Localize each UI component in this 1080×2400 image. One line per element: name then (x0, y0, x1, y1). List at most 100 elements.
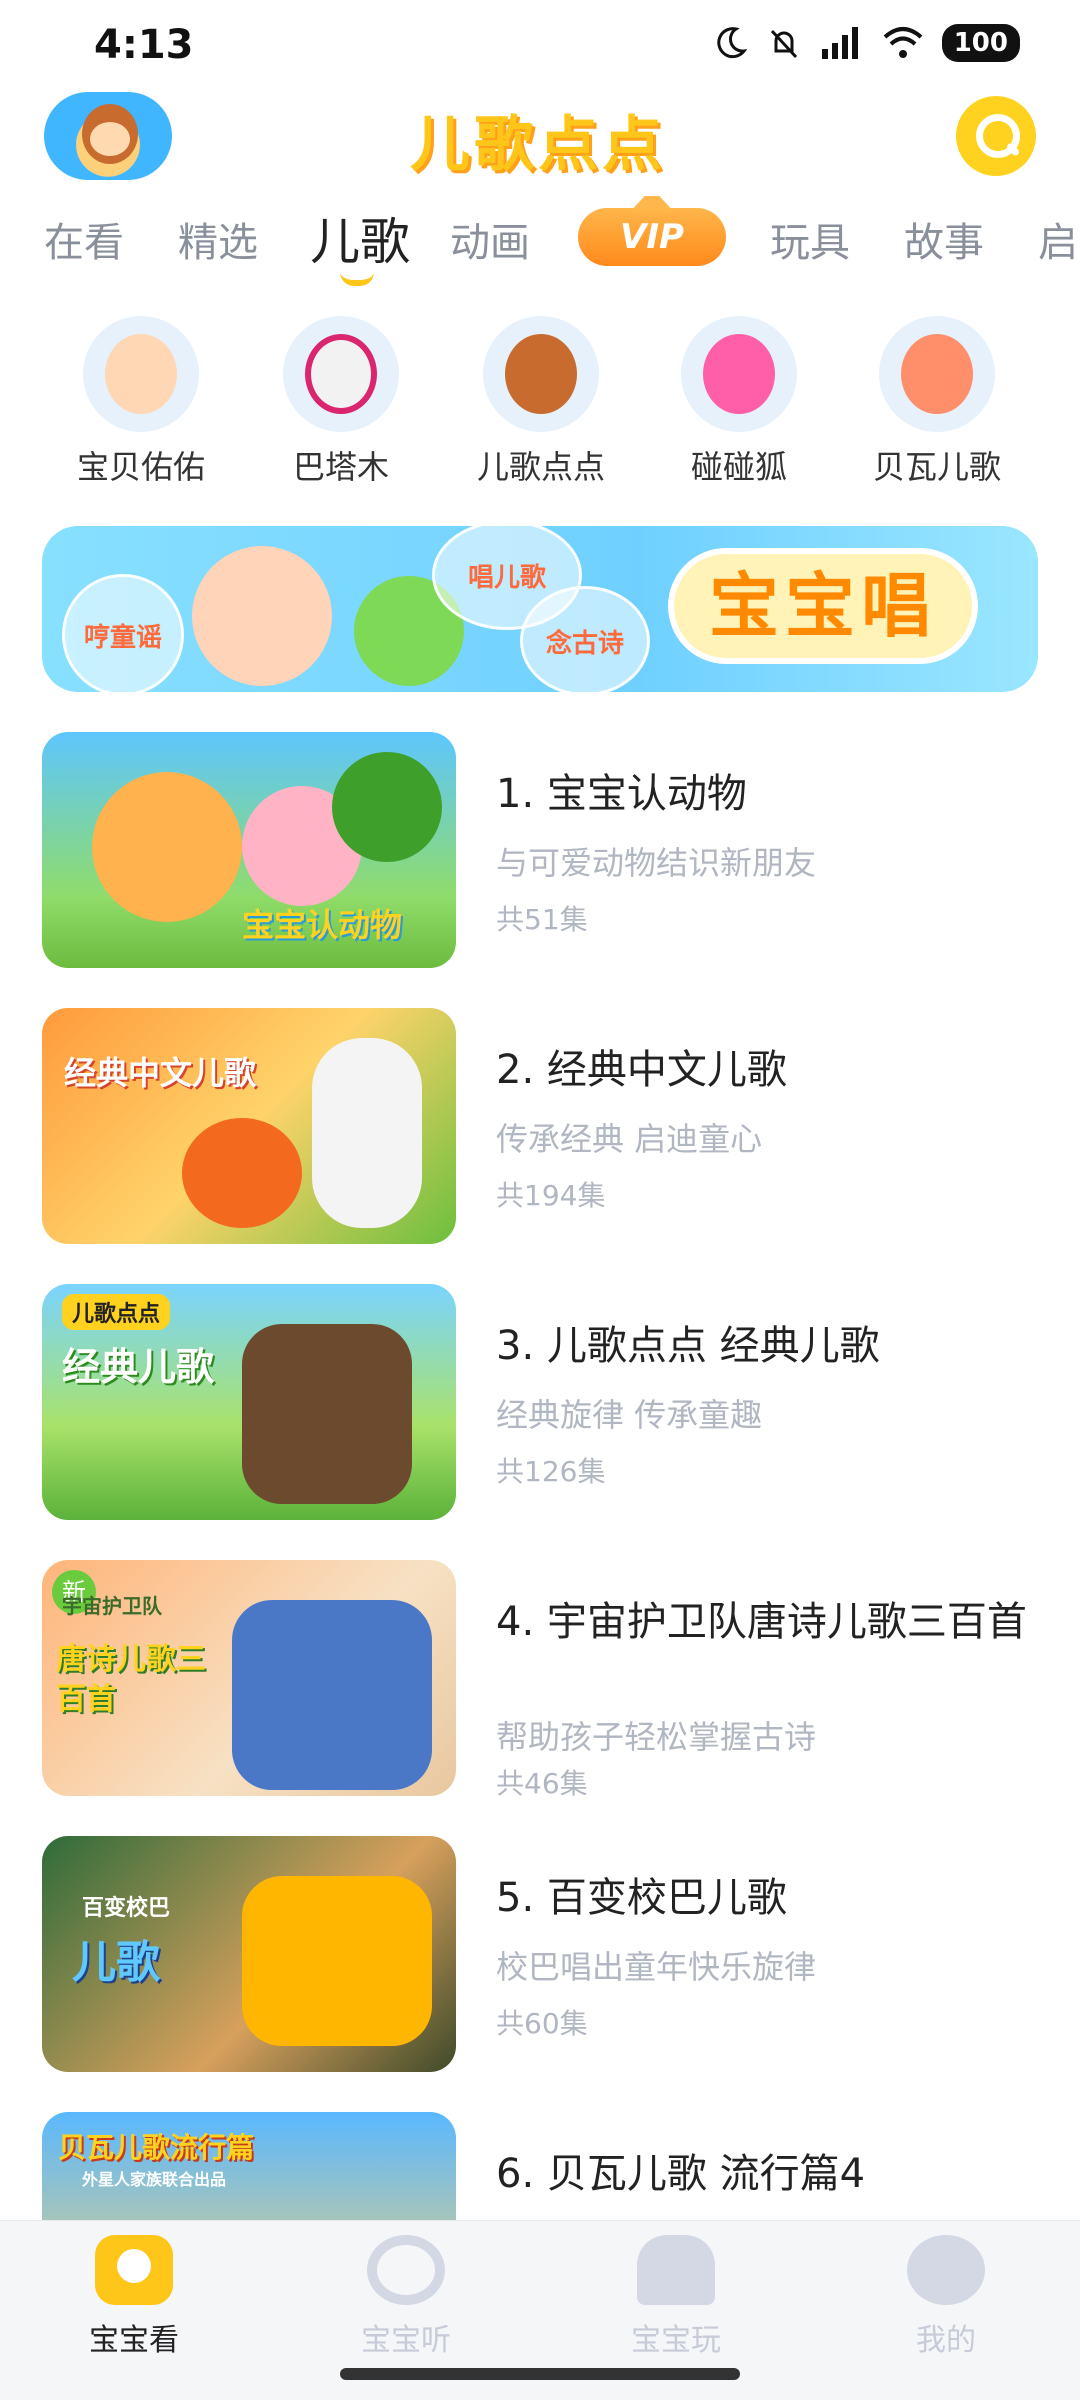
tab-toys[interactable]: 玩具 (770, 210, 850, 268)
episode-count: 共60集 (496, 2007, 588, 2040)
item-title: 5. 百变校巴儿歌 (496, 1875, 787, 1921)
thumbnail-title: 宝宝认动物 (242, 906, 403, 944)
character-avatar (283, 316, 399, 432)
item-subtitle: 帮助孩子轻松掌握古诗 (496, 1718, 817, 1756)
character-baobeiyouyou[interactable]: 宝贝佑佑 (56, 316, 226, 488)
school-bus-character (242, 1876, 432, 2046)
tab-watching[interactable]: 在看 (44, 210, 124, 268)
tab-next[interactable]: 启 (1038, 210, 1078, 268)
nav-label: 宝宝玩 (631, 2323, 721, 2358)
list-item[interactable]: 新 宇宙护卫队 唐诗儿歌三百首 4. 宇宙护卫队唐诗儿歌三百首 帮助孩子轻松掌握… (0, 1560, 1080, 1800)
banner-bubble: 念古诗 (520, 586, 650, 692)
item-title: 2. 经典中文儿歌 (496, 1047, 787, 1093)
active-tab-indicator (340, 272, 374, 286)
category-tabs: 在看 精选 儿歌 动画 VIP 玩具 故事 启 (0, 196, 1080, 296)
monkey-mascot-icon (82, 104, 138, 164)
thumbnail-title: 唐诗儿歌三百首 (56, 1642, 206, 1717)
home-indicator[interactable] (340, 2368, 740, 2380)
banner-bubble: 哼童谣 (62, 574, 184, 692)
list-item[interactable]: 宝宝认动物 1. 宝宝认动物 与可爱动物结识新朋友 共51集 (0, 732, 1080, 968)
nav-listen[interactable]: 宝宝听 (306, 2235, 506, 2359)
list-item[interactable]: 经典中文儿歌 2. 经典中文儿歌 传承经典 启迪童心 共194集 (0, 1008, 1080, 1244)
character-pengpenghu[interactable]: 碰碰狐 (654, 316, 824, 488)
nav-label: 宝宝听 (361, 2323, 451, 2358)
thumbnail: 儿歌点点 经典儿歌 (42, 1284, 456, 1520)
character-name: 巴塔木 (292, 448, 389, 486)
bell-off-icon (770, 29, 797, 59)
item-subtitle: 校巴唱出童年快乐旋律 (496, 1948, 817, 1986)
carrot-graphic (182, 1118, 302, 1228)
tv-icon (95, 2235, 173, 2305)
tab-featured[interactable]: 精选 (178, 210, 258, 268)
tree-graphic (332, 752, 442, 862)
thumbnail-brand: 外星人家族联合出品 (82, 2170, 227, 2189)
item-title: 4. 宇宙护卫队唐诗儿歌三百首 (496, 1599, 1027, 1645)
character-avatar (879, 316, 995, 432)
character-name: 儿歌点点 (476, 448, 605, 486)
tab-vip[interactable]: VIP (578, 196, 726, 266)
tiger-character (92, 772, 242, 922)
thumbnail-title: 儿歌 (72, 1937, 160, 1988)
item-title: 1. 宝宝认动物 (496, 771, 747, 817)
thumbnail: 新 宇宙护卫队 唐诗儿歌三百首 (42, 1560, 456, 1796)
status-bar: 4:13 100 (0, 0, 1080, 92)
sing-banner[interactable]: 哼童谣 唱儿歌 念古诗 宝宝唱 (42, 526, 1038, 692)
nav-play[interactable]: 宝宝玩 (576, 2235, 776, 2359)
nav-profile[interactable]: 我的 (846, 2235, 1046, 2359)
item-title: 6. 贝瓦儿歌 流行篇4 (496, 2151, 866, 2197)
item-subtitle: 传承经典 启迪童心 (496, 1120, 763, 1158)
wifi-icon (883, 27, 923, 58)
search-button[interactable] (956, 96, 1036, 176)
character-avatar (83, 316, 199, 432)
banner-character (192, 546, 332, 686)
profile-icon (907, 2235, 985, 2305)
episode-count: 共194集 (496, 1179, 606, 1212)
character-name: 贝瓦儿歌 (872, 448, 1001, 486)
tab-animation[interactable]: 动画 (450, 210, 530, 268)
battery-indicator: 100 (941, 24, 1020, 62)
episode-count: 共46集 (496, 1767, 588, 1800)
item-subtitle: 与可爱动物结识新朋友 (496, 844, 817, 882)
rocking-horse-icon (637, 2235, 715, 2305)
list-item[interactable]: 百变校巴 儿歌 5. 百变校巴儿歌 校巴唱出童年快乐旋律 共60集 (0, 1836, 1080, 2072)
item-subtitle: 经典旋律 传承童趣 (496, 1396, 763, 1434)
heroes-characters (232, 1600, 432, 1790)
thumbnail-title: 经典儿歌 (62, 1345, 215, 1389)
nav-label: 宝宝看 (89, 2323, 179, 2358)
signal-icon (821, 27, 858, 59)
thumbnail-brand: 百变校巴 (82, 1896, 171, 1921)
character-batamu[interactable]: 巴塔木 (256, 316, 426, 488)
thumbnail: 百变校巴 儿歌 (42, 1836, 456, 2072)
thumbnail-title: 经典中文儿歌 (64, 1054, 257, 1092)
character-name: 碰碰狐 (690, 448, 787, 486)
character-beiwa[interactable]: 贝瓦儿歌 (852, 316, 1022, 488)
user-avatar[interactable] (44, 92, 172, 180)
status-time: 4:13 (94, 22, 194, 68)
thumbnail-brand: 宇宙护卫队 (62, 1594, 162, 1618)
nav-label: 我的 (916, 2323, 976, 2358)
headphones-icon (367, 2235, 445, 2305)
tab-stories[interactable]: 故事 (904, 210, 984, 268)
item-title: 3. 儿歌点点 经典儿歌 (496, 1323, 880, 1369)
list-item[interactable]: 儿歌点点 经典儿歌 3. 儿歌点点 经典儿歌 经典旋律 传承童趣 共126集 (0, 1284, 1080, 1520)
character-avatar (681, 316, 797, 432)
rabbit-character (312, 1038, 422, 1228)
status-icons: 100 (712, 24, 1020, 62)
app-header: 儿歌点点 (0, 92, 1080, 192)
thumbnail-brand: 儿歌点点 (62, 1294, 171, 1330)
character-row: 宝贝佑佑 巴塔木 儿歌点点 碰碰狐 贝瓦儿歌 (0, 316, 1080, 506)
character-name: 宝贝佑佑 (76, 448, 205, 486)
thumbnail: 经典中文儿歌 (42, 1008, 456, 1244)
episode-count: 共126集 (496, 1455, 606, 1488)
donkey-character (242, 1324, 412, 1504)
moon-icon (717, 27, 748, 59)
nav-watch[interactable]: 宝宝看 (34, 2235, 234, 2359)
character-avatar (483, 316, 599, 432)
episode-count: 共51集 (496, 903, 588, 936)
thumbnail-title: 贝瓦儿歌流行篇 (58, 2131, 255, 2164)
thumbnail: 宝宝认动物 (42, 732, 456, 968)
app-logo: 儿歌点点 (410, 110, 666, 180)
character-ergediandian[interactable]: 儿歌点点 (456, 316, 626, 488)
banner-title: 宝宝唱 (668, 548, 978, 664)
tab-songs[interactable]: 儿歌 (310, 202, 410, 274)
